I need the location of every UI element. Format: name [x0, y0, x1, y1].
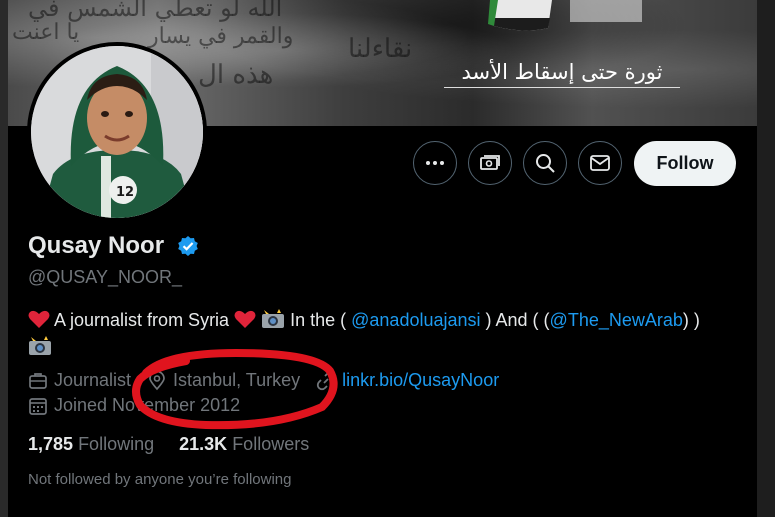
- following-label: Following: [78, 434, 155, 454]
- camera-flash-icon: [262, 309, 285, 328]
- more-icon: [426, 161, 444, 165]
- following-count: 1,785: [28, 434, 74, 454]
- more-button[interactable]: [413, 141, 457, 185]
- search-icon: [536, 154, 555, 173]
- banner-text: يا اعنت: [12, 20, 80, 45]
- banner-text: الله لو تعطي الشمس في: [28, 0, 283, 22]
- red-heart-icon: [28, 310, 50, 328]
- follow-stats: 1,785 Following 21.3K Followers: [28, 434, 309, 455]
- banner-text: هذه ال: [198, 60, 274, 90]
- followers-label: Followers: [232, 434, 310, 454]
- window-frame-left: [0, 0, 8, 517]
- money-icon: [480, 155, 500, 170]
- message-button[interactable]: [578, 141, 622, 185]
- banner-light: [570, 0, 642, 22]
- window-frame-right: [757, 0, 775, 517]
- mutual-followers-text: Not followed by anyone you’re following: [28, 471, 292, 488]
- red-circle-annotation: [132, 348, 338, 430]
- mention-link[interactable]: @anadoluajansi: [351, 310, 480, 330]
- banner-slogan: ثورة حتى إسقاط الأسد: [444, 60, 680, 88]
- red-heart-icon: [234, 310, 256, 328]
- search-button[interactable]: [523, 141, 567, 185]
- mention-link[interactable]: @The_NewArab: [550, 310, 683, 330]
- profession: Journalist: [54, 370, 132, 390]
- profile-handle: @QUSAY_NOOR_: [28, 267, 182, 287]
- followers-link[interactable]: 21.3K Followers: [179, 434, 309, 454]
- follow-button[interactable]: Follow: [634, 141, 736, 186]
- following-link[interactable]: 1,785 Following: [28, 434, 154, 454]
- briefcase-icon: [28, 371, 48, 391]
- followers-count: 21.3K: [179, 434, 228, 454]
- display-name: Qusay Noor: [28, 232, 165, 259]
- bio-text: ) And ( (: [480, 310, 550, 330]
- shirt-number: 12: [116, 185, 134, 200]
- camera-flash-icon: [29, 336, 51, 355]
- subscribe-button[interactable]: [468, 141, 512, 185]
- bio-text: ) ): [682, 310, 700, 330]
- avatar[interactable]: 12: [27, 42, 207, 222]
- shirt-badge: 12: [116, 185, 134, 200]
- bio-text: A journalist from Syria: [50, 310, 235, 330]
- banner-text: نقاءلنا: [348, 34, 413, 64]
- website-link[interactable]: linkr.bio/QusayNoor: [342, 370, 499, 391]
- flag-icon: [488, 0, 552, 31]
- verified-badge-icon[interactable]: [177, 235, 199, 257]
- bio-text: In the (: [285, 310, 352, 330]
- calendar-icon: [28, 396, 48, 416]
- envelope-icon: [590, 155, 610, 171]
